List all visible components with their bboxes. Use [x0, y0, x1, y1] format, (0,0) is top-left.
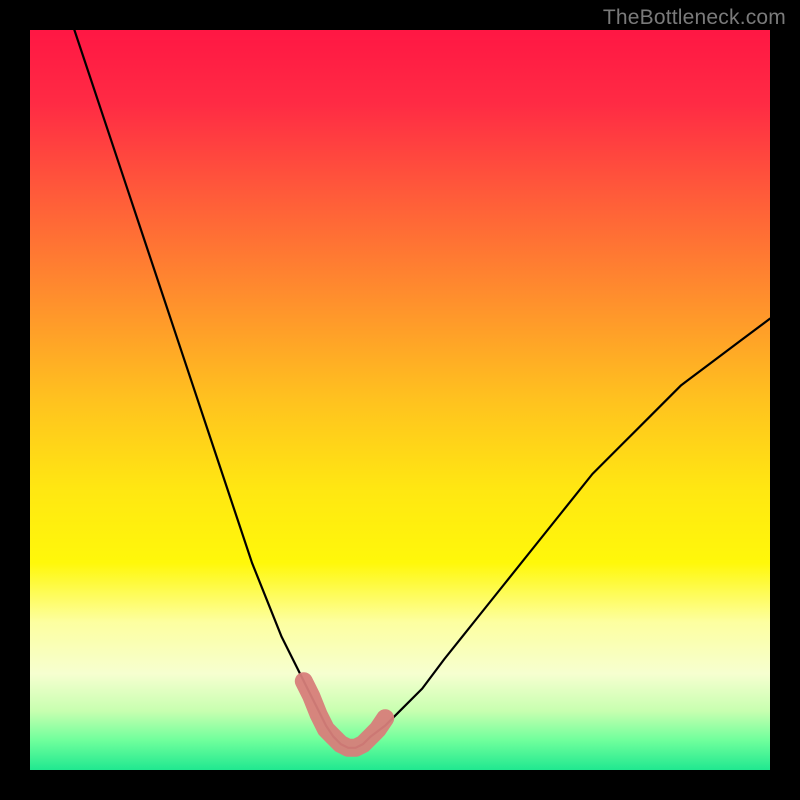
curve-layer: [30, 30, 770, 770]
watermark-text: TheBottleneck.com: [603, 6, 786, 30]
chart-frame: TheBottleneck.com: [0, 0, 800, 800]
plot-area: [30, 30, 770, 770]
bottleneck-curve: [74, 30, 770, 748]
highlighted-range: [304, 681, 385, 748]
